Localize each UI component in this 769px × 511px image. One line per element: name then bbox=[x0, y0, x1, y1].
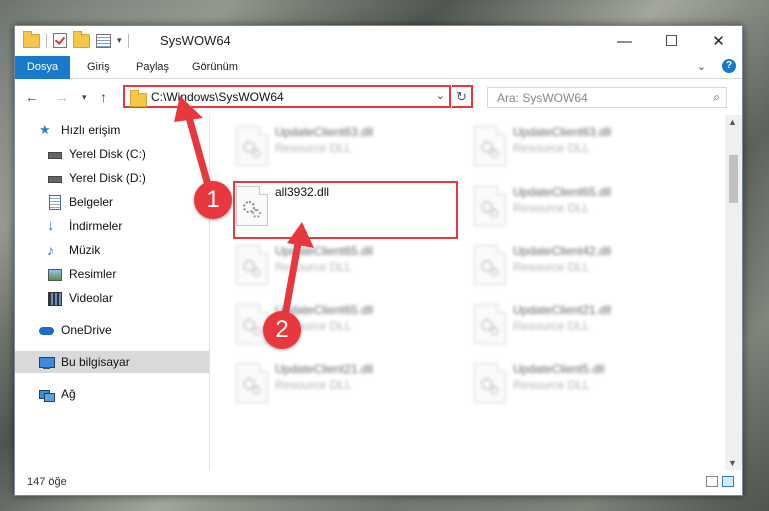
step-2-badge: 2 bbox=[263, 311, 301, 349]
arrow-2-head bbox=[287, 222, 314, 248]
annotation-arrows bbox=[174, 96, 314, 320]
step-1-badge: 1 bbox=[194, 181, 232, 219]
arrow-2-shaft bbox=[281, 234, 303, 320]
arrow-1-head bbox=[174, 96, 203, 122]
